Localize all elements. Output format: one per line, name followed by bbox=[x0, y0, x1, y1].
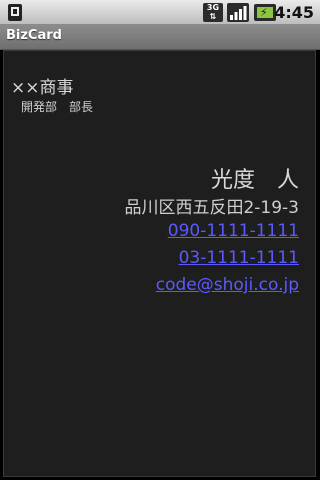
status-bar: 3G ⇅ ⚡ 4:45 bbox=[0, 0, 320, 25]
mobile-phone-link[interactable]: 090-1111-1111 bbox=[168, 221, 299, 241]
address: 品川区西五反田2-19-3 bbox=[124, 198, 299, 218]
company-name: ××商事 bbox=[11, 78, 74, 98]
email-link[interactable]: code@shoji.co.jp bbox=[156, 275, 299, 295]
network-label: 3G bbox=[206, 3, 220, 12]
department-title: 開発部 部長 bbox=[21, 100, 94, 114]
title-bar: BizCard bbox=[0, 25, 320, 50]
network-3g-icon: 3G ⇅ bbox=[203, 3, 223, 22]
office-phone-link[interactable]: 03-1111-1111 bbox=[179, 248, 299, 268]
battery-icon: ⚡ bbox=[254, 4, 276, 21]
sd-card-icon bbox=[8, 4, 22, 21]
signal-icon bbox=[227, 3, 249, 22]
business-card: ××商事 開発部 部長 光度 人 品川区西五反田2-19-3 090-1111-… bbox=[3, 50, 316, 477]
clock: 4:45 bbox=[274, 3, 314, 22]
person-name: 光度 人 bbox=[210, 168, 299, 193]
app-title: BizCard bbox=[6, 28, 62, 43]
